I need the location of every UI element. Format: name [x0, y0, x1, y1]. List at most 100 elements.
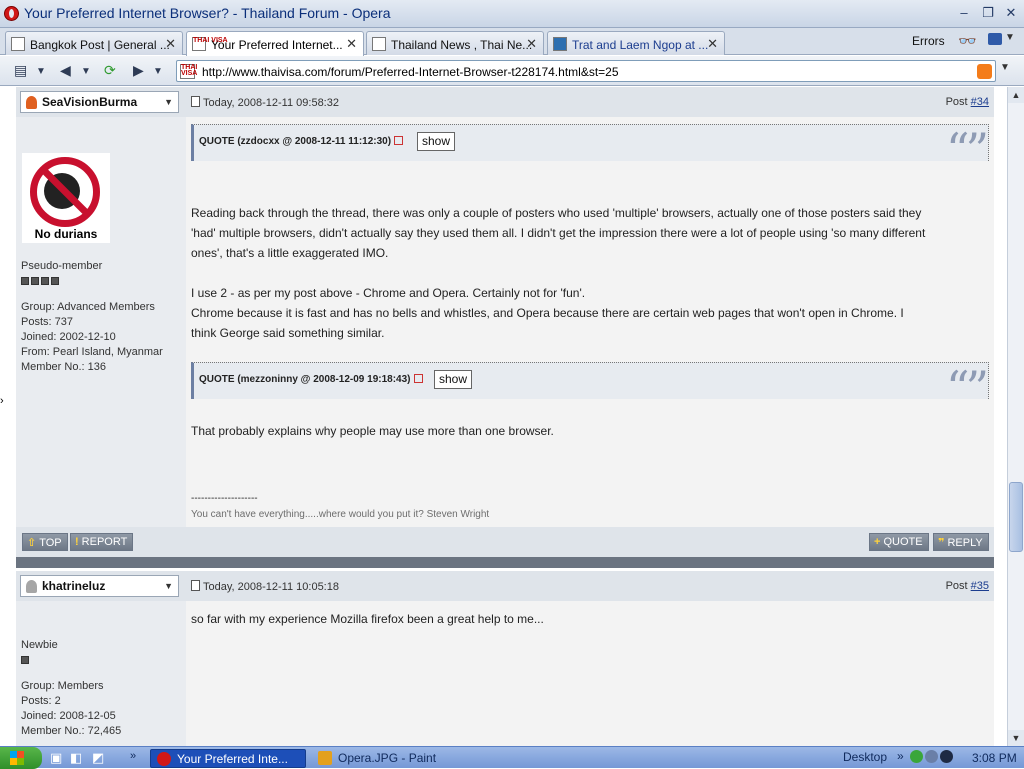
member-posts: Posts: 737 — [21, 316, 73, 328]
post-separator — [16, 557, 994, 568]
chevron-down-icon[interactable]: ▼ — [153, 64, 163, 80]
post-text-line: That probably explains why people may us… — [191, 424, 554, 438]
tab-bangkok-post[interactable]: Bangkok Post | General ... ✕ — [5, 31, 183, 55]
address-bar[interactable]: THAI VISA http://www.thaivisa.com/forum/… — [176, 60, 996, 82]
tab-trat-laem-ngop[interactable]: Trat and Laem Ngop at ... ✕ — [547, 31, 725, 55]
taskbar-item-opera[interactable]: Your Preferred Inte... — [150, 749, 306, 768]
vertical-scrollbar[interactable]: ▲ ▼ — [1007, 87, 1024, 746]
post-text-line: 'had' multiple browsers, didn't actually… — [191, 226, 926, 240]
post-date: Today, 2008-12-11 09:58:32 — [191, 96, 339, 109]
quicklaunch-icon[interactable]: ◩ — [92, 750, 104, 766]
chevron-down-icon[interactable]: ▼ — [36, 64, 46, 80]
chevron-down-icon: ▼ — [164, 581, 173, 591]
member-joined: Joined: 2002-12-10 — [21, 331, 116, 343]
tab-preferred-browser[interactable]: THAI VISA Your Preferred Internet... ✕ — [186, 31, 364, 56]
address-dropdown-icon[interactable]: ▼ — [1000, 62, 1010, 73]
tab-label: Thailand News , Thai Ne... — [391, 38, 533, 52]
tab-thailand-news[interactable]: Thailand News , Thai Ne... ✕ — [366, 31, 544, 55]
quote-block: QUOTE (zzdocxx @ 2008-12-11 11:12:30) sh… — [191, 124, 989, 173]
close-tab-icon[interactable]: ✕ — [526, 36, 537, 52]
member-joined: Joined: 2008-12-05 — [21, 710, 116, 722]
show-quote-button[interactable]: show — [434, 370, 473, 389]
desktop-toolbar[interactable]: Desktop — [843, 750, 887, 764]
clock: 3:08 PM — [972, 751, 1017, 765]
errors-button[interactable]: Errors — [912, 34, 945, 48]
chevron-down-icon: ▼ — [164, 97, 173, 107]
post-footer: ⇧ TOP ! REPORT + QUOTE ❞ REPLY — [16, 527, 994, 557]
quote-marks-icon: “” — [945, 361, 989, 415]
exclamation-icon: ! — [75, 536, 79, 548]
post-text-line: I use 2 - as per my post above - Chrome … — [191, 286, 586, 300]
quicklaunch-icon[interactable]: ▣ — [50, 750, 62, 766]
scroll-left-icon: › — [0, 395, 4, 407]
user-icon — [26, 96, 37, 109]
quote-link-icon[interactable] — [394, 136, 404, 145]
close-tab-icon[interactable]: ✕ — [707, 36, 718, 52]
panel-icon[interactable] — [988, 33, 1002, 45]
quicklaunch-icon[interactable]: ◧ — [70, 750, 82, 766]
reload-icon[interactable]: ⟳ — [104, 62, 116, 78]
post-text-line: think George said something similar. — [191, 326, 385, 340]
panels-icon[interactable]: ▤ — [14, 62, 27, 78]
post-text-line: Reading back through the thread, there w… — [191, 206, 922, 220]
quote-label: QUOTE (mezzoninny @ 2008-12-09 19:18:43) — [199, 374, 423, 385]
member-rank: Newbie — [21, 639, 58, 651]
member-posts: Posts: 2 — [21, 695, 61, 707]
user-icon — [26, 580, 37, 593]
post-body: so far with my experience Mozilla firefo… — [186, 601, 994, 746]
post-date: Today, 2008-12-11 10:05:18 — [191, 580, 339, 593]
close-tab-icon[interactable]: ✕ — [165, 36, 176, 52]
rank-pips — [21, 274, 61, 285]
tab-bar: Bangkok Post | General ... ✕ THAI VISA Y… — [0, 28, 1024, 56]
user-menu[interactable]: khatrineluz ▼ — [20, 575, 179, 597]
avatar-caption: No durians — [34, 227, 98, 241]
close-tab-icon[interactable]: ✕ — [346, 36, 357, 52]
quote-link-icon[interactable] — [413, 374, 423, 383]
member-rank: Pseudo-member — [21, 260, 103, 272]
tab-label: Trat and Laem Ngop at ... — [572, 38, 709, 52]
post-text-line: ones', that's a little exaggerated IMO. — [191, 246, 389, 260]
chevron-right-icon[interactable]: » — [897, 749, 904, 763]
quote-button[interactable]: + QUOTE — [869, 533, 929, 551]
navigation-bar: ▤ ▼ ◀ ▼ ⟳ ▶ ▼ THAI VISA http://www.thaiv… — [0, 56, 1024, 86]
restore-button[interactable]: ❐ — [979, 4, 997, 22]
close-window-button[interactable]: ✕ — [1002, 4, 1020, 22]
forward-icon[interactable]: ▶ — [133, 62, 144, 78]
scroll-down-icon[interactable]: ▼ — [1008, 730, 1024, 746]
user-info-panel: Newbie Group: Members Posts: 2 Joined: 2… — [16, 601, 186, 746]
quote-block: QUOTE (mezzoninny @ 2008-12-09 19:18:43)… — [191, 362, 989, 411]
post-link[interactable]: #35 — [971, 580, 989, 592]
reply-button[interactable]: ❞ REPLY — [933, 533, 989, 551]
opera-logo-icon — [4, 6, 19, 21]
scroll-up-icon[interactable]: ▲ — [1008, 87, 1024, 103]
post-number: Post #35 — [945, 580, 989, 592]
top-button[interactable]: ⇧ TOP — [22, 533, 68, 551]
post-text-line: so far with my experience Mozilla firefo… — [191, 612, 544, 626]
chevron-right-icon[interactable]: » — [130, 750, 136, 762]
user-menu[interactable]: SeaVisionBurma ▼ — [20, 91, 179, 113]
scrollbar-thumb[interactable] — [1009, 482, 1023, 552]
taskbar-item-paint[interactable]: Opera.JPG - Paint — [312, 749, 472, 768]
post-header: SeaVisionBurma ▼ Today, 2008-12-11 09:58… — [16, 87, 994, 117]
window-title: Your Preferred Internet Browser? - Thail… — [24, 5, 391, 21]
post-link[interactable]: #34 — [971, 96, 989, 108]
tab-label: Your Preferred Internet... — [211, 38, 343, 52]
start-button[interactable] — [0, 747, 42, 769]
chevron-down-icon[interactable]: ▼ — [81, 64, 91, 80]
member-number: Member No.: 72,465 — [21, 725, 122, 737]
rss-feed-icon[interactable] — [977, 64, 992, 79]
title-bar: Your Preferred Internet Browser? - Thail… — [0, 0, 1024, 28]
report-button[interactable]: ! REPORT — [70, 533, 134, 551]
post-text-line: Chrome because it is fast and has no bel… — [191, 306, 904, 320]
tray-icons[interactable] — [910, 750, 970, 766]
post-body: QUOTE (zzdocxx @ 2008-12-11 11:12:30) sh… — [186, 117, 994, 527]
back-icon[interactable]: ◀ — [60, 62, 71, 78]
address-url[interactable]: http://www.thaivisa.com/forum/Preferred-… — [202, 65, 619, 79]
user-info-panel: No durians Pseudo-member Group: Advanced… — [16, 117, 186, 527]
show-quote-button[interactable]: show — [417, 132, 456, 151]
chevron-down-icon[interactable]: ▼ — [1005, 32, 1015, 43]
paint-icon — [318, 751, 332, 765]
quote-marks-icon: ❞ — [938, 537, 945, 549]
glasses-icon[interactable]: 👓 — [958, 32, 977, 50]
minimize-button[interactable]: – — [955, 4, 973, 22]
